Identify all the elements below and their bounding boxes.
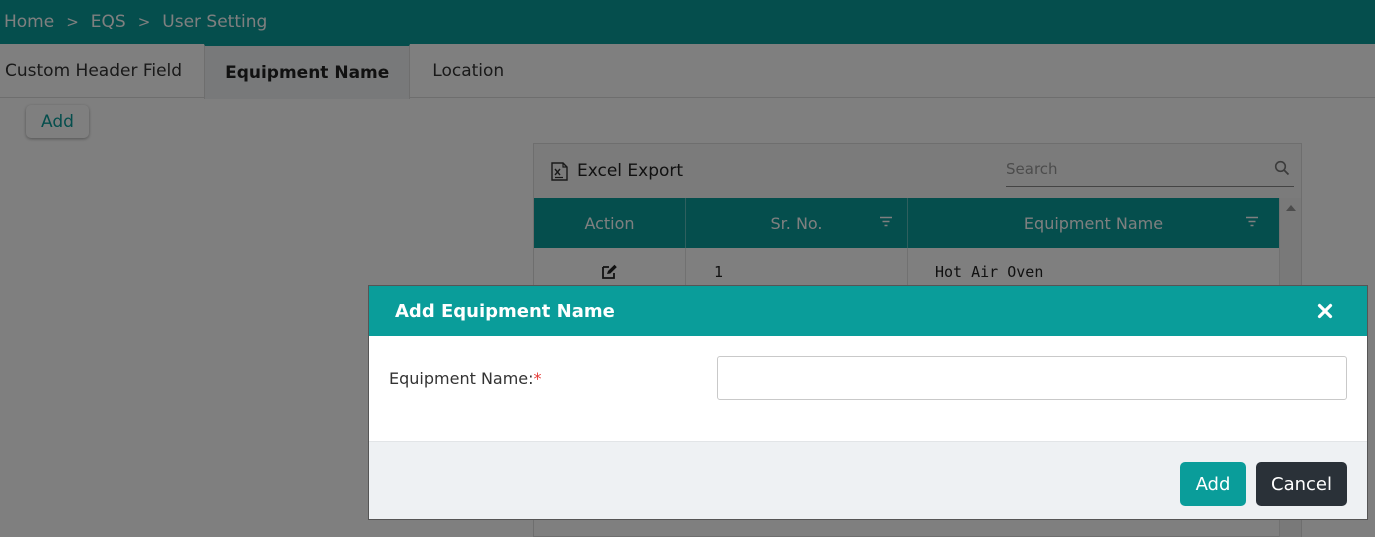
modal-body: Equipment Name:* bbox=[369, 336, 1367, 441]
modal-header: Add Equipment Name bbox=[369, 286, 1367, 336]
field-label-text: Equipment Name: bbox=[389, 369, 534, 388]
required-marker: * bbox=[533, 369, 542, 388]
modal-title: Add Equipment Name bbox=[395, 300, 615, 322]
equipment-name-label: Equipment Name:* bbox=[389, 369, 542, 388]
modal-add-button[interactable]: Add bbox=[1180, 462, 1246, 506]
modal-footer: Add Cancel bbox=[369, 441, 1367, 519]
equipment-name-input[interactable] bbox=[717, 356, 1347, 400]
add-equipment-modal: Add Equipment Name Equipment Name:* Add … bbox=[368, 285, 1368, 520]
modal-cancel-button[interactable]: Cancel bbox=[1256, 462, 1347, 506]
close-icon[interactable] bbox=[1317, 303, 1333, 319]
